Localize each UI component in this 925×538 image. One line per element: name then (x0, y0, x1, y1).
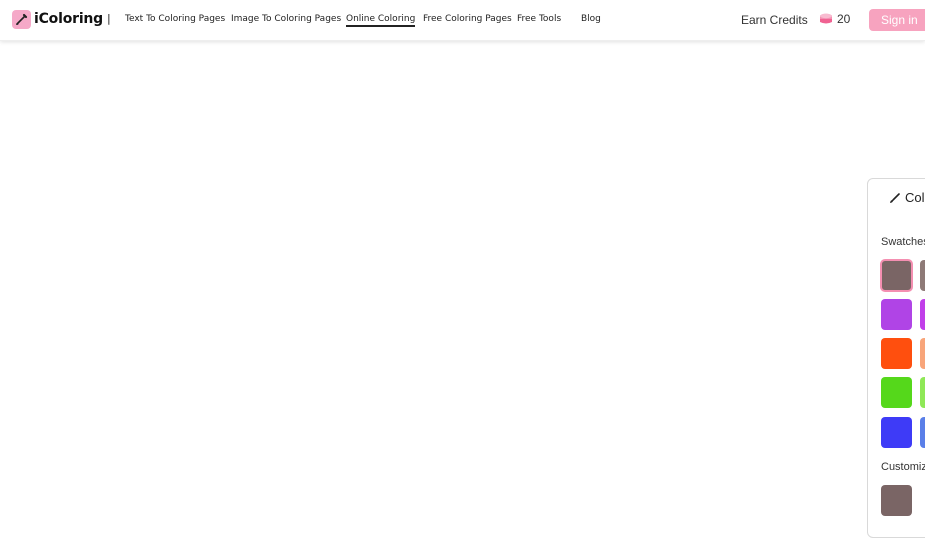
logo-separator: | (107, 12, 111, 25)
sign-in-button[interactable]: Sign in (869, 9, 925, 31)
coins-icon (820, 13, 832, 23)
color-panel: Colo Swatches Customiz (867, 178, 925, 538)
custom-color-swatch[interactable] (881, 485, 912, 516)
top-navigation-bar: iColoring | Text To Coloring Pages Image… (0, 0, 925, 41)
nav-free-coloring-pages[interactable]: Free Coloring Pages (423, 14, 512, 24)
swatch-row5-col2[interactable] (920, 417, 925, 448)
nav-text-to-coloring-pages[interactable]: Text To Coloring Pages (125, 14, 225, 24)
swatch-row1-col2[interactable] (920, 260, 925, 291)
paint-brush-icon (890, 192, 900, 203)
nav-online-coloring[interactable]: Online Coloring (346, 14, 416, 27)
swatch-row4-col1[interactable] (881, 377, 912, 408)
nav-blog[interactable]: Blog (581, 14, 601, 24)
swatch-row3-col1[interactable] (881, 338, 912, 369)
logo-text: iColoring (34, 11, 103, 27)
color-panel-title: Colo (889, 190, 925, 205)
swatch-row1-col1[interactable] (880, 259, 913, 292)
earn-credits-link[interactable]: Earn Credits (741, 13, 808, 27)
logo[interactable]: iColoring (12, 9, 103, 29)
sign-in-label: Sign in (881, 13, 918, 27)
swatch-row5-col1[interactable] (881, 417, 912, 448)
brush-logo-icon (12, 9, 31, 29)
nav-free-tools[interactable]: Free Tools (517, 14, 561, 24)
swatch-row3-col2[interactable] (920, 338, 925, 369)
swatch-row2-col2[interactable] (920, 299, 925, 330)
credits-count: 20 (837, 12, 851, 26)
swatches-label: Swatches (881, 236, 925, 248)
swatch-row2-col1[interactable] (881, 299, 912, 330)
customize-label: Customiz (881, 461, 925, 473)
color-panel-title-text: Colo (905, 190, 925, 205)
nav-image-to-coloring-pages[interactable]: Image To Coloring Pages (231, 14, 341, 24)
credits-balance: 20 (819, 12, 850, 26)
swatch-row4-col2[interactable] (920, 377, 925, 408)
